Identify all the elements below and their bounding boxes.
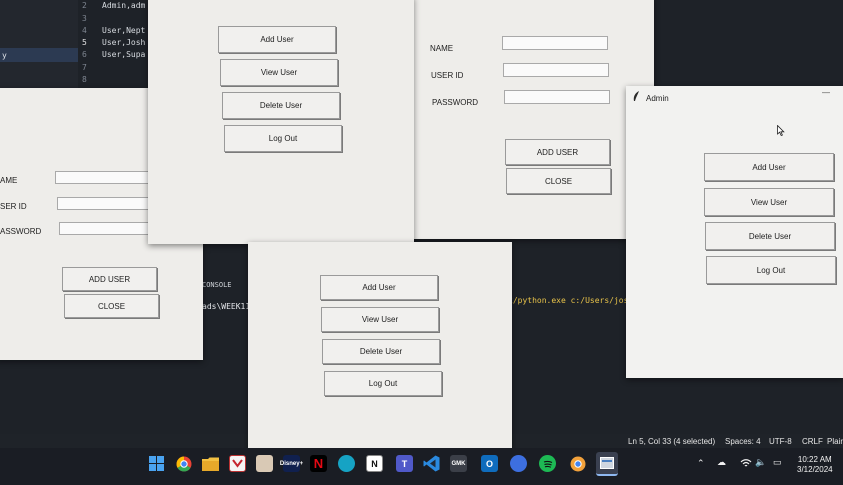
- explorer-selected-row[interactable]: [0, 48, 78, 62]
- delete-user-button[interactable]: Delete User: [705, 222, 835, 250]
- add-user-button[interactable]: Add User: [320, 275, 438, 300]
- view-user-button[interactable]: View User: [704, 188, 834, 216]
- add-user-button[interactable]: ADD USER: [62, 267, 157, 291]
- window-title: Admin: [646, 94, 669, 103]
- python-app-icon[interactable]: [596, 452, 618, 476]
- admin-title-bar[interactable]: Admin —: [626, 86, 843, 106]
- feather-icon: [633, 91, 639, 101]
- notion-icon[interactable]: N: [366, 455, 383, 472]
- app-blue-icon[interactable]: [510, 455, 527, 472]
- log-out-button[interactable]: Log Out: [706, 256, 836, 284]
- password-label: PASSWORD: [432, 98, 479, 107]
- password-field[interactable]: [59, 222, 157, 235]
- name-label: NAME: [430, 44, 454, 53]
- chevron-up-icon[interactable]: ⌃: [697, 458, 705, 469]
- netflix-icon[interactable]: N: [310, 455, 327, 472]
- view-user-button[interactable]: View User: [321, 307, 439, 332]
- explorer-panel: y: [0, 0, 78, 90]
- log-out-button[interactable]: Log Out: [224, 125, 342, 152]
- chrome-icon[interactable]: [175, 455, 192, 472]
- code-line[interactable]: User,Supa: [102, 50, 145, 59]
- line-number: 5: [82, 38, 87, 47]
- mouse-cursor-icon: [777, 125, 785, 136]
- language-mode[interactable]: Plair: [827, 437, 843, 446]
- indentation[interactable]: Spaces: 4: [725, 437, 761, 446]
- admin-window: Admin — Add User View User Delete User L…: [626, 86, 843, 378]
- close-button[interactable]: CLOSE: [64, 294, 159, 318]
- delete-user-button[interactable]: Delete User: [322, 339, 440, 364]
- windows-start-icon[interactable]: [148, 455, 165, 472]
- code-line[interactable]: Admin,adm: [102, 1, 145, 10]
- gmk-icon[interactable]: GMK: [450, 455, 467, 472]
- code-line[interactable]: User,Josh: [102, 38, 145, 47]
- battery-icon[interactable]: ▭: [773, 457, 782, 468]
- outlook-icon[interactable]: O: [481, 455, 498, 472]
- wifi-icon[interactable]: [740, 459, 752, 468]
- log-out-button[interactable]: Log Out: [324, 371, 442, 396]
- line-number: 7: [82, 63, 87, 72]
- line-number: 3: [82, 14, 87, 23]
- teams-icon[interactable]: T: [396, 455, 413, 472]
- user-id-field[interactable]: [503, 63, 609, 77]
- spotify-icon[interactable]: [539, 455, 556, 472]
- menu-window-bottom: Add User View User Delete User Log Out: [248, 242, 512, 452]
- name-field[interactable]: [502, 36, 608, 50]
- delete-user-button[interactable]: Delete User: [222, 92, 340, 119]
- code-line[interactable]: User,Nept: [102, 26, 145, 35]
- photos-icon[interactable]: [256, 455, 273, 472]
- menu-window-top: Add User View User Delete User Log Out: [148, 0, 414, 244]
- terminal-tab[interactable]: CONSOLE: [202, 281, 232, 289]
- view-user-button[interactable]: View User: [220, 59, 338, 86]
- password-field[interactable]: [504, 90, 610, 104]
- app-red-icon[interactable]: [229, 455, 246, 472]
- add-user-button[interactable]: ADD USER: [505, 139, 610, 165]
- password-label: ASSWORD: [0, 227, 42, 236]
- disney-plus-icon[interactable]: Disney+: [280, 455, 303, 472]
- canva-icon[interactable]: [338, 455, 355, 472]
- system-clock[interactable]: 10:22 AM 3/12/2024: [797, 455, 833, 475]
- add-user-window-top: NAME USER ID PASSWORD ADD USER CLOSE: [402, 0, 654, 239]
- close-button[interactable]: CLOSE: [506, 168, 611, 194]
- name-field[interactable]: [55, 171, 153, 184]
- add-user-button[interactable]: Add User: [218, 26, 336, 53]
- user-id-label: USER ID: [431, 71, 464, 80]
- cloud-icon[interactable]: ☁: [717, 457, 726, 468]
- encoding[interactable]: UTF-8: [769, 437, 792, 446]
- name-label: AME: [0, 176, 18, 185]
- volume-icon[interactable]: 🔈: [755, 457, 766, 468]
- terminal-command: 2/python.exe c:/Users/jos: [508, 296, 629, 305]
- file-explorer-icon[interactable]: [202, 455, 219, 472]
- line-number: 2: [82, 1, 87, 10]
- chrome-dev-icon[interactable]: [569, 455, 586, 472]
- minimize-button[interactable]: —: [822, 88, 830, 97]
- clock-time: 10:22 AM: [797, 455, 832, 464]
- user-id-field[interactable]: [57, 197, 155, 210]
- vscode-icon[interactable]: [423, 455, 440, 472]
- clock-date: 3/12/2024: [797, 465, 833, 474]
- user-id-label: SER ID: [0, 202, 27, 211]
- line-number: 4: [82, 26, 87, 35]
- explorer-selected-label: y: [2, 51, 7, 60]
- line-ending[interactable]: CRLF: [802, 437, 823, 446]
- line-number: 8: [82, 75, 87, 84]
- add-user-button[interactable]: Add User: [704, 153, 834, 181]
- line-number: 6: [82, 50, 87, 59]
- cursor-position[interactable]: Ln 5, Col 33 (4 selected): [628, 437, 715, 446]
